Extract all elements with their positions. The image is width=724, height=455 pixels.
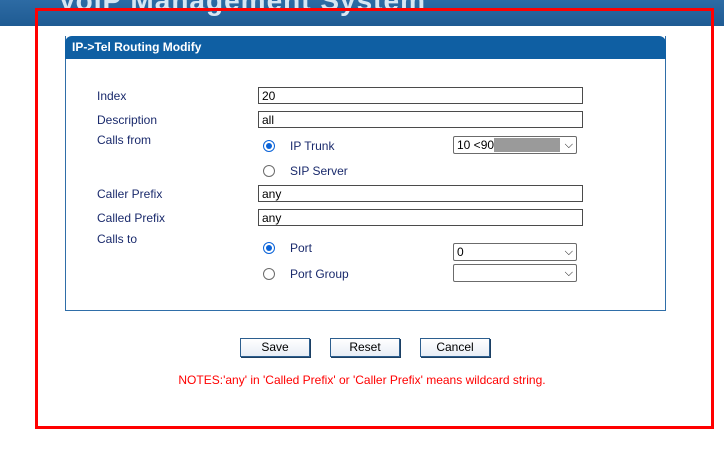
ip-trunk-option[interactable]: IP Trunk (263, 139, 334, 153)
routing-modify-panel: IP->Tel Routing Modify Index Description… (65, 36, 666, 311)
description-input[interactable] (258, 111, 583, 128)
chevron-down-icon: ⌵ (564, 246, 573, 258)
save-button[interactable]: Save (240, 338, 310, 357)
caller-prefix-input[interactable] (258, 185, 583, 202)
port-group-label: Port Group (290, 267, 349, 281)
ip-trunk-radio[interactable] (263, 140, 275, 152)
cancel-button[interactable]: Cancel (420, 338, 490, 357)
port-radio[interactable] (263, 242, 275, 254)
ip-trunk-select[interactable]: 10 <90 ⌵ (453, 136, 577, 154)
ip-trunk-label: IP Trunk (290, 139, 335, 153)
called-prefix-input[interactable] (258, 209, 583, 226)
index-input[interactable] (258, 87, 583, 104)
calls-to-label: Calls to (97, 232, 138, 246)
port-group-option[interactable]: Port Group (263, 267, 349, 281)
port-label: Port (290, 241, 313, 255)
sip-server-label: SIP Server (290, 164, 348, 178)
port-option[interactable]: Port (263, 241, 312, 255)
panel-title: IP->Tel Routing Modify (65, 36, 666, 59)
port-select[interactable]: 0 ⌵ (453, 243, 577, 261)
calls-from-label: Calls from (97, 133, 152, 147)
port-select-value: 0 (457, 245, 464, 259)
index-label: Index (97, 89, 127, 103)
sip-server-radio[interactable] (263, 165, 275, 177)
chevron-down-icon: ⌵ (564, 139, 573, 151)
redacted-block (494, 138, 560, 152)
chevron-down-icon: ⌵ (564, 267, 573, 279)
ip-trunk-select-value: 10 <90 (457, 138, 495, 152)
reset-button[interactable]: Reset (330, 338, 400, 357)
caller-prefix-label: Caller Prefix (97, 187, 163, 201)
sip-server-option[interactable]: SIP Server (263, 164, 348, 178)
called-prefix-label: Called Prefix (97, 211, 166, 225)
notes-text: NOTES:'any' in 'Called Prefix' or 'Calle… (178, 373, 546, 387)
port-group-radio[interactable] (263, 268, 275, 280)
description-label: Description (97, 113, 158, 127)
port-group-select[interactable]: ⌵ (453, 264, 577, 282)
